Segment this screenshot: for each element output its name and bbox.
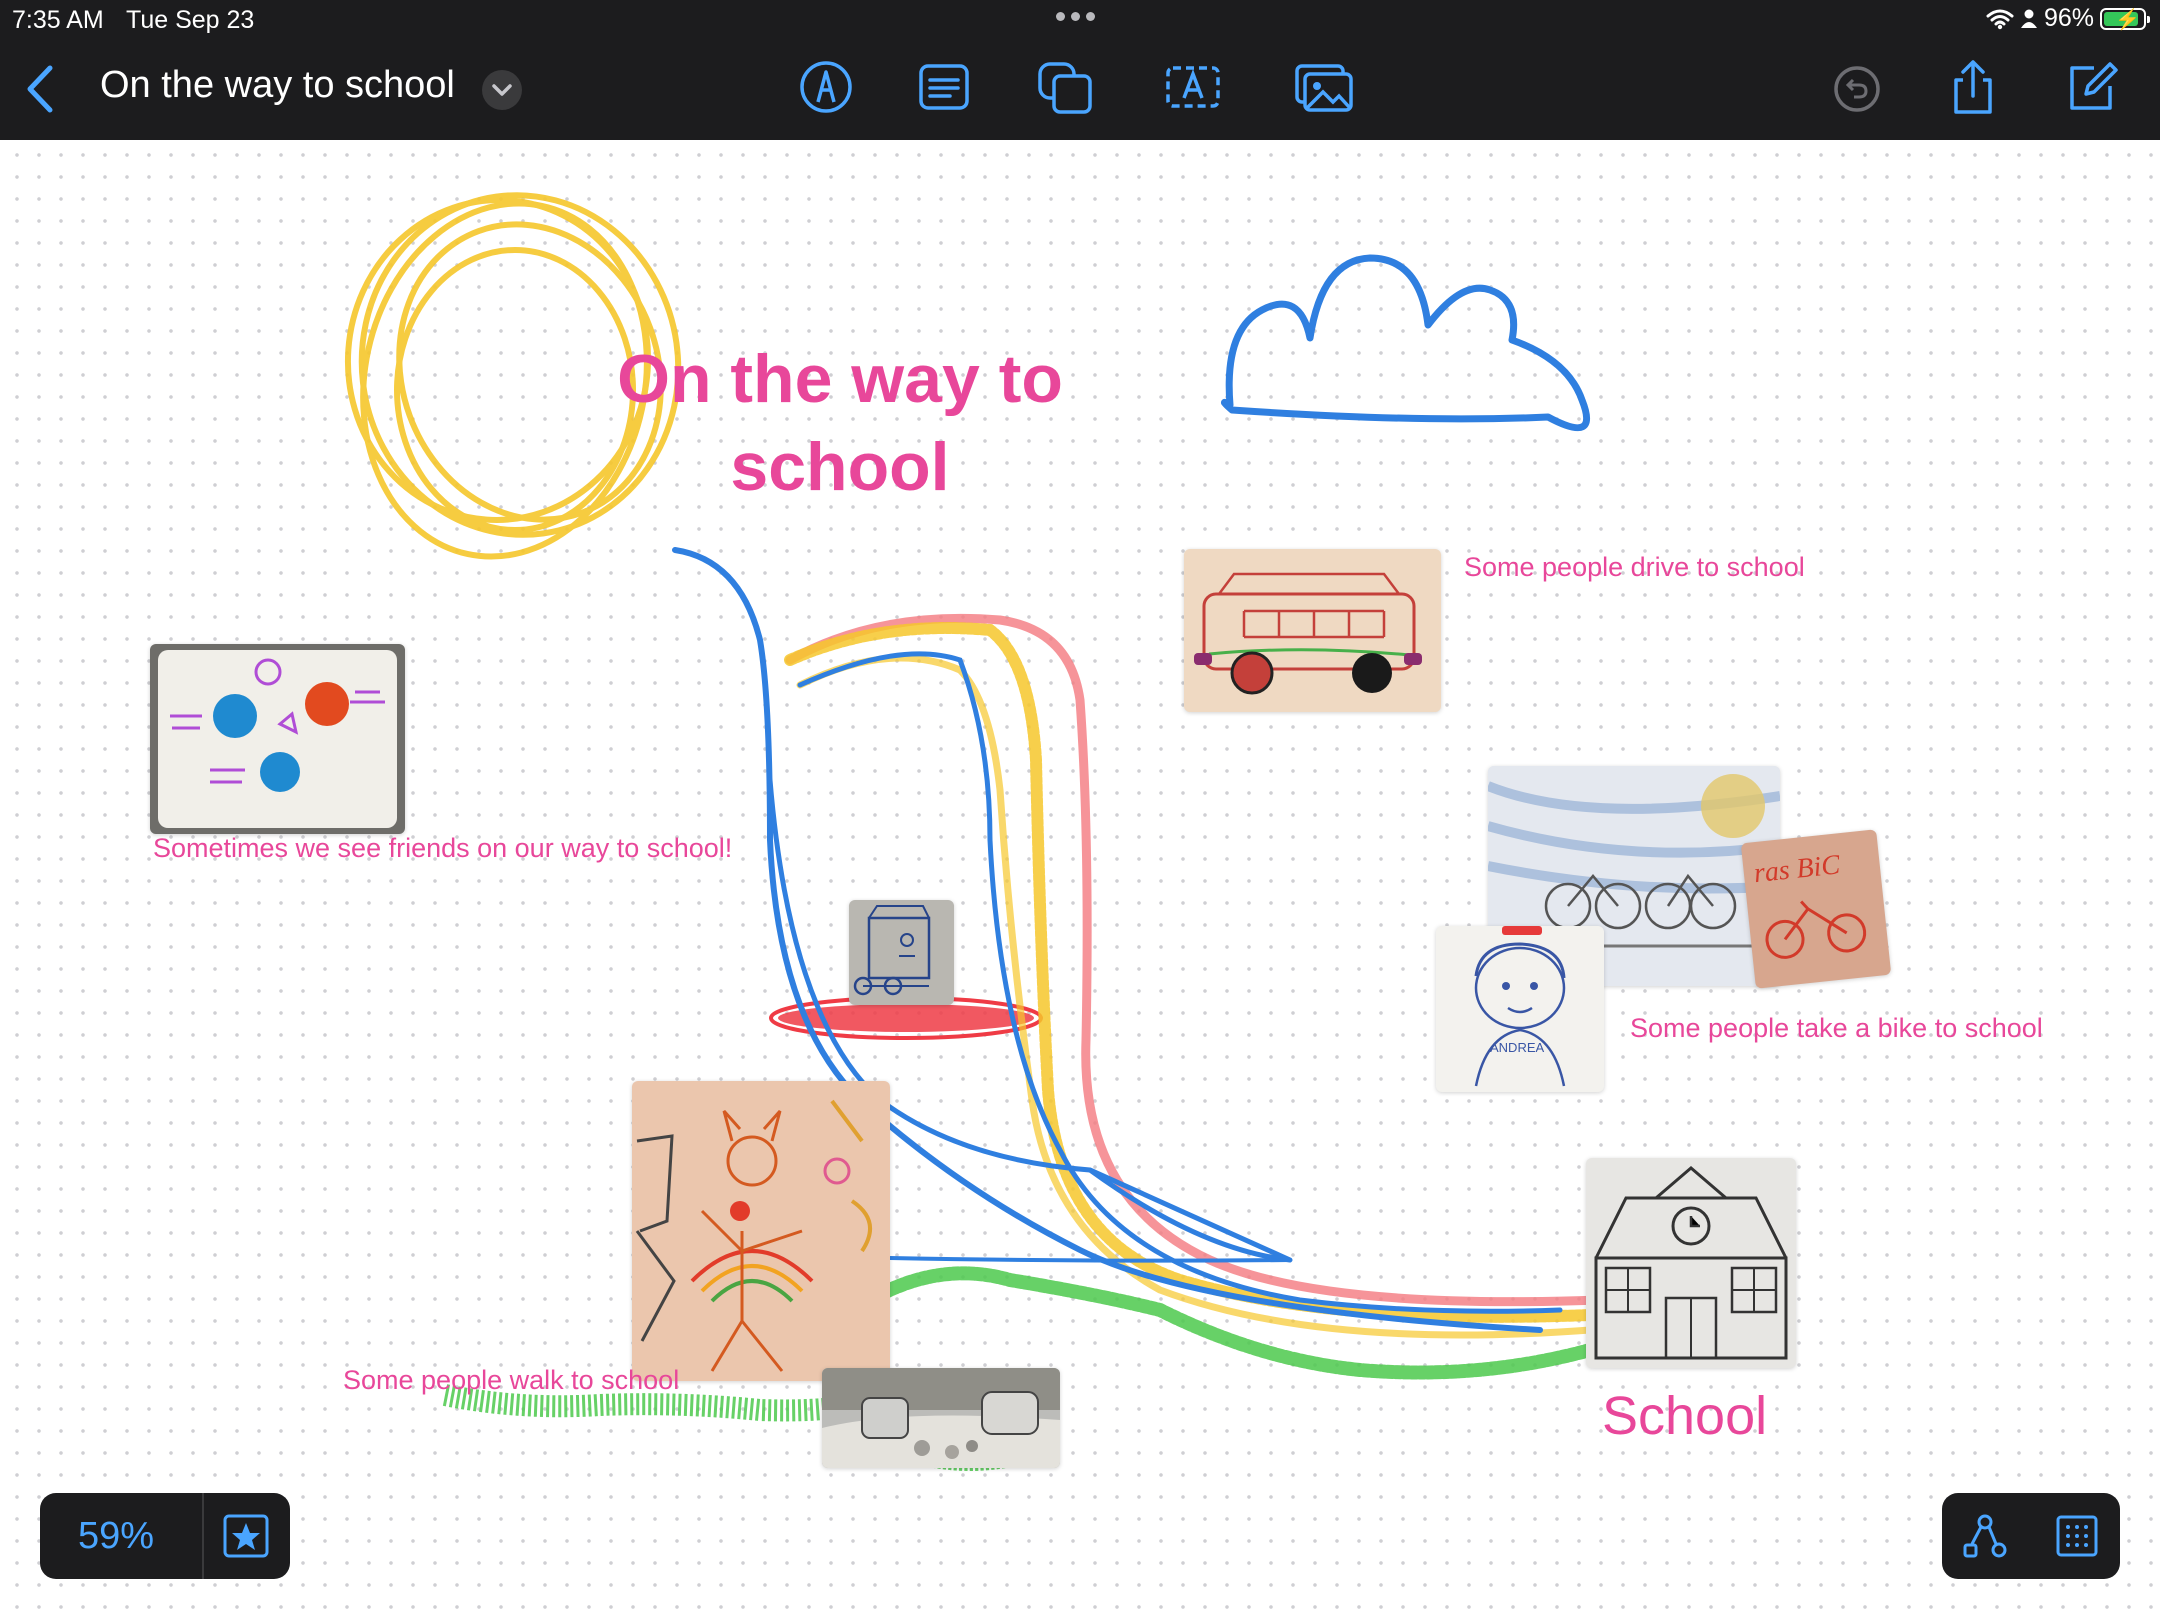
status-time: 7:35 AM (12, 6, 104, 34)
caption-drive[interactable]: Some people drive to school (1464, 552, 1805, 583)
wifi-icon (1986, 9, 2014, 29)
media-icon (1295, 64, 1353, 112)
battery-charging-icon: ⚡ (2100, 7, 2150, 31)
star-icon (223, 1514, 269, 1558)
grid-button[interactable] (2054, 1513, 2100, 1559)
status-date: Tue Sep 23 (126, 6, 255, 34)
sticky-note-tool-button[interactable] (915, 58, 973, 116)
car-drawing-photo[interactable] (1184, 549, 1441, 712)
board-title[interactable]: On the way to school (560, 335, 1120, 511)
favorite-view-button[interactable] (222, 1513, 270, 1559)
grid-icon (2056, 1515, 2098, 1557)
compose-icon (2070, 62, 2118, 110)
school-drawing-photo[interactable] (1586, 1158, 1796, 1368)
zoom-controls: 59% (40, 1493, 290, 1579)
multitasking-dots[interactable] (1056, 12, 1095, 21)
shapes-tool-button[interactable] (1036, 58, 1094, 116)
caption-school[interactable]: School (1602, 1385, 1767, 1447)
freeform-canvas[interactable]: On the way to school Sometimes we see fr… (0, 140, 2160, 1620)
chevron-down-icon (492, 84, 512, 96)
text-box-tool-button[interactable] (1164, 58, 1222, 116)
zoom-divider (202, 1493, 204, 1579)
status-indicators: 96% ⚡ (1986, 4, 2150, 33)
share-button[interactable] (1944, 58, 2002, 116)
note-icon (919, 64, 969, 110)
caption-walk[interactable]: Some people walk to school (343, 1365, 679, 1396)
battery-percent: 96% (2043, 4, 2094, 32)
connector-button[interactable] (1962, 1513, 2008, 1559)
green-grass-walk-stroke[interactable] (442, 1384, 853, 1422)
document-title[interactable]: On the way to school (100, 64, 455, 107)
walking-child-drawing-photo[interactable] (632, 1081, 890, 1381)
bike-note-photo[interactable]: ras BiC (1740, 829, 1892, 989)
back-button[interactable] (18, 62, 62, 116)
media-tool-button[interactable] (1295, 58, 1353, 116)
text-box-icon (1166, 66, 1220, 108)
rock-garden-photo[interactable] (822, 1368, 1060, 1468)
compose-button[interactable] (2062, 58, 2120, 116)
shapes-icon (1038, 62, 1092, 114)
canvas-controls (1942, 1493, 2120, 1579)
cloud-drawing[interactable] (1221, 254, 1590, 432)
caption-friends[interactable]: Sometimes we see friends on our way to s… (153, 833, 732, 864)
top-bar: 7:35 AM Tue Sep 23 96% ⚡ On the way to s… (0, 0, 2160, 140)
portrait-name-text: ANDREA (1490, 1040, 1545, 1055)
caption-bike[interactable]: Some people take a bike to school (1630, 1013, 2043, 1044)
friends-drawing-photo[interactable] (150, 644, 405, 834)
share-icon (1954, 60, 1992, 114)
pen-icon (800, 61, 852, 113)
bike-note-text: ras BiC (1752, 849, 1841, 889)
title-menu-button[interactable] (482, 70, 522, 110)
person-icon (2020, 9, 2037, 28)
undo-icon (1834, 66, 1880, 112)
connector-icon (1963, 1514, 2007, 1558)
zoom-level-button[interactable]: 59% (78, 1515, 154, 1558)
bike-cart-photo[interactable] (849, 900, 954, 1005)
portrait-drawing-photo[interactable]: ANDREA (1436, 926, 1604, 1092)
undo-button[interactable] (1828, 58, 1886, 116)
pen-tool-button[interactable] (797, 58, 855, 116)
chevron-left-icon (27, 65, 53, 113)
